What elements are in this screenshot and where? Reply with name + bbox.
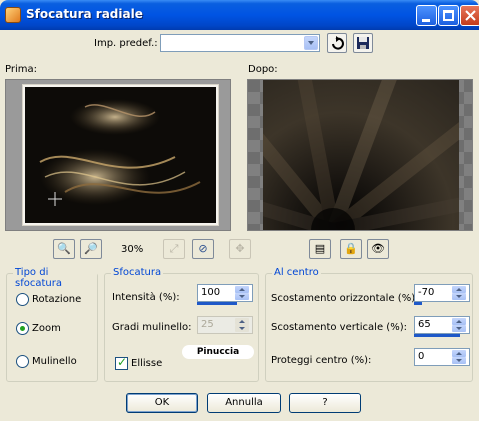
v-offset-spin-buttons[interactable]	[452, 318, 468, 332]
protect-label: Proteggi centro (%):	[271, 355, 372, 366]
blur-type-title: Tipo di sfocatura	[13, 267, 97, 289]
after-label: Dopo:	[248, 64, 278, 75]
center-group-title: Al centro	[272, 267, 321, 278]
h-offset-slider[interactable]	[414, 302, 422, 305]
zoom-in-button[interactable]: 🔎	[80, 239, 102, 259]
save-icon	[357, 37, 369, 49]
spin-up-icon	[235, 318, 249, 325]
spin-up-icon[interactable]	[452, 318, 466, 325]
radio-zoom-label[interactable]: Zoom	[32, 323, 61, 334]
maximize-icon	[443, 10, 454, 21]
h-offset-value[interactable]: -70	[418, 287, 434, 298]
spin-down-icon[interactable]	[452, 357, 466, 364]
after-image-art	[248, 80, 472, 230]
v-offset-label: Scostamento verticale (%):	[271, 322, 407, 333]
twist-value: 25	[201, 319, 214, 330]
h-offset-spin-buttons[interactable]	[452, 286, 468, 300]
minimize-button[interactable]	[416, 5, 437, 26]
zoom-level: 30%	[121, 244, 144, 255]
fit-button[interactable]: ⤢	[163, 239, 185, 259]
chevron-down-icon[interactable]	[304, 36, 318, 50]
spin-down-icon[interactable]	[235, 293, 249, 300]
v-offset-stepper[interactable]: 65	[414, 316, 470, 334]
intensity-spin-buttons[interactable]	[235, 286, 251, 300]
protect-stepper[interactable]: 0	[414, 348, 470, 366]
cancel-button[interactable]: Annulla	[207, 393, 281, 413]
eye-icon: 👁	[371, 242, 385, 255]
intensity-label: Intensità (%):	[112, 292, 180, 303]
spin-up-icon[interactable]	[452, 286, 466, 293]
zoom-out-button[interactable]: 🔍	[53, 239, 75, 259]
preset-combo[interactable]	[160, 34, 320, 52]
window-title: Sfocatura radiale	[26, 7, 143, 21]
intensity-stepper[interactable]: 100	[197, 284, 253, 302]
preset-label: Imp. predef.:	[94, 38, 158, 49]
watermark-logo: Pinuccia	[182, 345, 254, 359]
spin-down-icon[interactable]	[452, 293, 466, 300]
hide-preview-icon: ▤	[314, 242, 326, 255]
after-preview	[247, 79, 473, 231]
proof-icon: ⊘	[198, 242, 208, 255]
spin-up-icon[interactable]	[235, 286, 249, 293]
reset-preset-button[interactable]	[327, 33, 347, 53]
before-label: Prima:	[5, 64, 37, 75]
ok-button[interactable]: OK	[126, 393, 198, 413]
v-offset-value[interactable]: 65	[418, 319, 431, 330]
hide-preview-button[interactable]: ▤	[309, 239, 331, 259]
radio-rotazione[interactable]	[16, 293, 29, 306]
ellipse-checkbox[interactable]	[115, 355, 128, 370]
title-bar: Sfocatura radiale	[0, 0, 479, 30]
fit-icon: ⤢	[169, 242, 179, 255]
save-preset-button[interactable]	[353, 33, 373, 53]
zoom-out-icon: 🔍	[57, 242, 71, 255]
spin-down-icon	[235, 325, 249, 332]
reset-icon	[332, 36, 344, 50]
ellipse-label[interactable]: Ellisse	[131, 358, 162, 369]
close-icon	[465, 10, 476, 21]
radio-mulinello[interactable]	[16, 355, 29, 368]
radio-mulinello-label[interactable]: Mulinello	[32, 356, 77, 367]
radio-zoom[interactable]	[16, 322, 29, 335]
twist-stepper: 25	[197, 316, 253, 334]
intensity-slider[interactable]	[197, 302, 237, 305]
after-image	[248, 80, 472, 230]
app-icon	[5, 7, 21, 23]
pan-icon: ✥	[235, 242, 245, 255]
radio-rotazione-label[interactable]: Rotazione	[32, 294, 81, 305]
lock-icon: 🔒	[344, 242, 358, 255]
twist-label: Gradi mulinello:	[112, 322, 192, 333]
lock-preview-button[interactable]: 🔒	[340, 239, 362, 259]
twist-spin-buttons	[235, 318, 251, 332]
protect-value[interactable]: 0	[418, 351, 424, 362]
before-image-art	[39, 99, 201, 206]
toggle-eye-button[interactable]: 👁	[367, 239, 389, 259]
spin-up-icon[interactable]	[452, 350, 466, 357]
close-button[interactable]	[460, 5, 479, 26]
pan-button[interactable]: ✥	[229, 239, 251, 259]
maximize-button[interactable]	[438, 5, 459, 26]
before-image	[23, 85, 218, 225]
proof-button[interactable]: ⊘	[192, 239, 214, 259]
h-offset-stepper[interactable]: -70	[414, 284, 470, 302]
zoom-in-icon: 🔎	[84, 242, 98, 255]
minimize-icon	[422, 19, 430, 22]
blur-group-title: Sfocatura	[111, 267, 164, 278]
help-button[interactable]: ?	[289, 393, 361, 413]
before-preview[interactable]	[5, 79, 231, 231]
h-offset-label: Scostamento orizzontale (%):	[271, 293, 419, 304]
intensity-value[interactable]: 100	[201, 287, 220, 298]
spin-down-icon[interactable]	[452, 325, 466, 332]
v-offset-slider[interactable]	[414, 334, 460, 337]
protect-spin-buttons[interactable]	[452, 350, 468, 364]
